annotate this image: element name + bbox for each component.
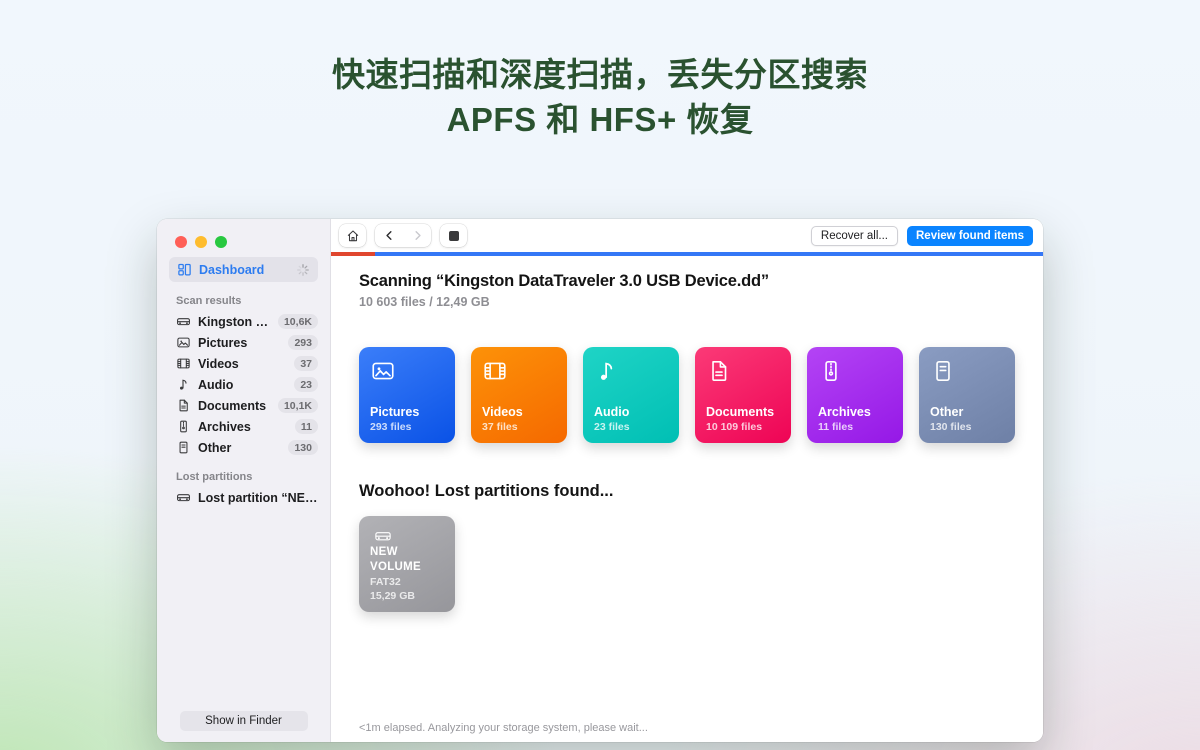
scan-title: Scanning “Kingston DataTraveler 3.0 USB … bbox=[359, 270, 1015, 292]
chevron-left-icon bbox=[383, 229, 396, 242]
hero-line-2: APFS 和 HFS+ 恢复 bbox=[0, 97, 1200, 142]
count-badge: 293 bbox=[288, 335, 318, 350]
videos-icon bbox=[176, 356, 191, 371]
card-pictures[interactable]: Pictures 293 files bbox=[359, 347, 455, 443]
stop-icon bbox=[449, 231, 459, 241]
dashboard-label: Dashboard bbox=[199, 263, 264, 277]
sidebar-item-audio[interactable]: Audio 23 bbox=[157, 374, 330, 395]
toolbar: Recover all... Review found items bbox=[331, 219, 1043, 252]
count-badge: 10,1K bbox=[278, 398, 318, 413]
spinner-icon bbox=[296, 263, 310, 277]
other-icon bbox=[930, 358, 956, 384]
main-area: Recover all... Review found items Scanni… bbox=[331, 219, 1043, 742]
traffic-lights bbox=[157, 219, 330, 248]
drive-icon bbox=[176, 490, 191, 505]
card-audio[interactable]: Audio 23 files bbox=[583, 347, 679, 443]
home-icon bbox=[346, 229, 360, 243]
documents-icon bbox=[176, 398, 191, 413]
app-window: Dashboard Scan results Kingston DataTra.… bbox=[157, 219, 1043, 742]
drive-icon bbox=[176, 314, 191, 329]
show-in-finder-button[interactable]: Show in Finder bbox=[180, 711, 308, 731]
archives-icon bbox=[176, 419, 191, 434]
sidebar-item-kingston[interactable]: Kingston DataTra... 10,6K bbox=[157, 311, 330, 332]
section-title-scan-results: Scan results bbox=[176, 295, 330, 307]
audio-icon bbox=[594, 358, 620, 384]
videos-icon bbox=[482, 358, 508, 384]
nav-buttons bbox=[375, 224, 431, 247]
pictures-icon bbox=[176, 335, 191, 350]
card-documents[interactable]: Documents 10 109 files bbox=[695, 347, 791, 443]
drive-icon bbox=[370, 527, 396, 545]
home-button[interactable] bbox=[339, 224, 366, 247]
sidebar: Dashboard Scan results Kingston DataTra.… bbox=[157, 219, 331, 742]
minimize-button[interactable] bbox=[195, 236, 207, 248]
close-button[interactable] bbox=[175, 236, 187, 248]
scan-subtitle: 10 603 files / 12,49 GB bbox=[359, 294, 1015, 311]
other-icon bbox=[176, 440, 191, 455]
stop-scan-button[interactable] bbox=[440, 224, 467, 247]
sidebar-item-dashboard[interactable]: Dashboard bbox=[169, 257, 318, 282]
content-area: Scanning “Kingston DataTraveler 3.0 USB … bbox=[331, 256, 1043, 742]
card-other[interactable]: Other 130 files bbox=[919, 347, 1015, 443]
zoom-button[interactable] bbox=[215, 236, 227, 248]
review-found-items-button[interactable]: Review found items bbox=[907, 226, 1033, 246]
count-badge: 10,6K bbox=[278, 314, 318, 329]
dashboard-icon bbox=[177, 262, 192, 277]
count-badge: 11 bbox=[295, 419, 318, 434]
section-title-lost-partitions: Lost partitions bbox=[176, 471, 330, 483]
archives-icon bbox=[818, 358, 844, 384]
sidebar-item-pictures[interactable]: Pictures 293 bbox=[157, 332, 330, 353]
pictures-icon bbox=[370, 358, 396, 384]
category-cards: Pictures 293 files Videos 37 files Audio… bbox=[359, 347, 1015, 443]
sidebar-item-lost-partition[interactable]: Lost partition “NEW V... bbox=[157, 487, 330, 508]
sidebar-item-archives[interactable]: Archives 11 bbox=[157, 416, 330, 437]
sidebar-item-other[interactable]: Other 130 bbox=[157, 437, 330, 458]
back-button[interactable] bbox=[375, 229, 403, 242]
hero-heading: 快速扫描和深度扫描，丢失分区搜索 APFS 和 HFS+ 恢复 bbox=[0, 52, 1200, 142]
count-badge: 130 bbox=[288, 440, 318, 455]
hero-line-1: 快速扫描和深度扫描，丢失分区搜索 bbox=[0, 52, 1200, 97]
sidebar-item-documents[interactable]: Documents 10,1K bbox=[157, 395, 330, 416]
documents-icon bbox=[706, 358, 732, 384]
status-bar-text: <1m elapsed. Analyzing your storage syst… bbox=[359, 722, 1031, 734]
audio-icon bbox=[176, 377, 191, 392]
recover-all-button[interactable]: Recover all... bbox=[811, 226, 898, 246]
count-badge: 37 bbox=[294, 356, 318, 371]
count-badge: 23 bbox=[294, 377, 318, 392]
card-lost-volume[interactable]: NEW VOLUME FAT32 15,29 GB bbox=[359, 516, 455, 612]
chevron-right-icon bbox=[411, 229, 424, 242]
lost-partitions-heading: Woohoo! Lost partitions found... bbox=[359, 480, 1015, 502]
sidebar-item-videos[interactable]: Videos 37 bbox=[157, 353, 330, 374]
card-videos[interactable]: Videos 37 files bbox=[471, 347, 567, 443]
forward-button[interactable] bbox=[403, 229, 431, 242]
card-archives[interactable]: Archives 11 files bbox=[807, 347, 903, 443]
